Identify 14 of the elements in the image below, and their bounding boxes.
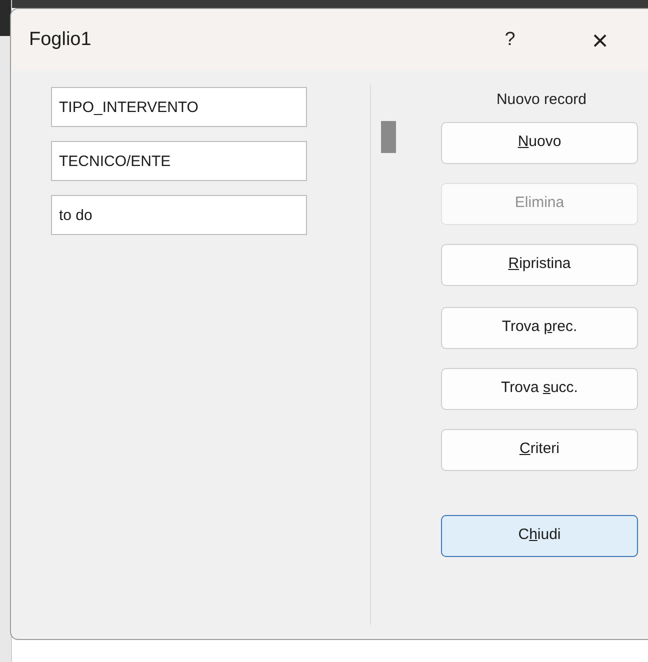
close-button[interactable]: ×: [577, 20, 623, 60]
dialog-button[interactable]: Criteri: [441, 428, 638, 470]
dialog-button[interactable]: Nuovo: [441, 122, 638, 164]
text-field[interactable]: to do: [51, 195, 307, 235]
window-title: Foglio1: [29, 28, 92, 52]
scrollbar-thumb[interactable]: [381, 121, 396, 153]
dialog-button[interactable]: Ripristina: [441, 244, 638, 286]
text-field[interactable]: TIPO_INTERVENTO: [51, 87, 307, 127]
text-field[interactable]: TECNICO/ENTE: [51, 141, 307, 181]
dialog-button[interactable]: Trova succ.: [441, 368, 638, 410]
record-status: Nuovo record: [495, 90, 588, 110]
dialog-button[interactable]: Trova prec.: [441, 306, 638, 348]
dialog-button[interactable]: Chiudi: [441, 514, 638, 556]
help-button[interactable]: ?: [487, 20, 533, 60]
